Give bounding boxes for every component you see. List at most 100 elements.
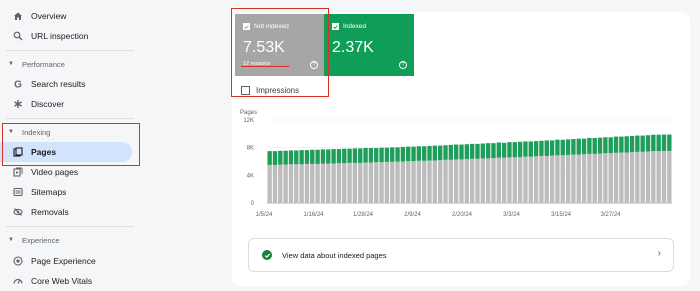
bar-not-indexed [576,154,581,203]
bar-indexed [507,142,512,158]
bar-not-indexed [288,164,294,203]
indexed-metric-card[interactable]: Indexed 2.37K ? [324,14,414,76]
bar-indexed [656,134,661,152]
bar-not-indexed [528,156,533,203]
bar-indexed [640,135,645,152]
bar-not-indexed [475,158,480,203]
impressions-label: Impressions [256,86,300,95]
bar-not-indexed [523,156,528,203]
bar-not-indexed [453,159,459,203]
bar-not-indexed [469,158,475,203]
bar-indexed [326,149,331,164]
help-icon[interactable]: ? [399,61,407,69]
bar-indexed [613,136,619,153]
bar-not-indexed [347,162,352,203]
page-experience-icon [12,255,24,267]
bar-indexed [624,136,629,153]
bar-indexed [597,137,603,154]
bar-indexed [395,147,400,162]
speed-gauge-icon [12,275,24,287]
bar-indexed [368,148,374,163]
section-label: Experience [22,235,60,245]
bar-indexed [342,148,347,164]
bar-indexed [491,143,496,159]
asterisk-icon [12,98,24,110]
bar-not-indexed [358,162,363,203]
bar-not-indexed [549,155,555,203]
svg-text:G: G [14,80,22,90]
bar-not-indexed [539,155,544,203]
bar-indexed [363,148,368,163]
bar-not-indexed [592,153,597,203]
y-tick-label: 4K [247,173,254,179]
bar-indexed [352,148,358,163]
bar-indexed [358,148,363,163]
divider [6,226,134,227]
bar-not-indexed [661,150,667,203]
bar-indexed [549,140,555,156]
checkbox-unchecked-icon[interactable] [241,86,250,95]
bar-indexed [528,141,533,157]
section-experience[interactable]: ▼ Experience [0,233,132,247]
bar-indexed [576,138,581,155]
checkbox-checked-icon[interactable] [332,23,339,30]
bar-indexed [635,135,640,152]
section-performance[interactable]: ▼ Performance [0,57,132,71]
bar-not-indexed [443,159,448,203]
video-pages-icon [12,166,24,178]
bar-not-indexed [422,160,427,203]
chevron-right-icon: › [657,248,661,259]
sidebar-item-sitemaps[interactable]: Sitemaps [0,182,132,202]
caret-down-icon: ▼ [8,61,14,67]
impressions-toggle[interactable]: Impressions [241,86,299,95]
bar-not-indexed [645,151,651,203]
sidebar-item-search-results[interactable]: G Search results [0,74,132,94]
bar-indexed [310,149,315,164]
sidebar-item-label: Sitemaps [31,187,67,197]
sidebar-item-removals[interactable]: Removals [0,202,132,222]
bar-not-indexed [496,157,501,203]
bar-indexed [331,149,336,164]
bar-not-indexed [267,164,272,203]
highlight-box [2,123,140,166]
bar-indexed [523,141,528,157]
sidebar-item-core-web-vitals[interactable]: Core Web Vitals [0,271,132,291]
bar-indexed [411,146,416,162]
sidebar-item-discover[interactable]: Discover [0,94,132,114]
bar-indexed [496,142,501,158]
bar-indexed [320,149,326,164]
bar-not-indexed [368,162,374,203]
bar-indexed [427,145,432,161]
bar-indexed [406,146,411,162]
pages-chart-svg: Pages 0 4K 8K 12K 1/5/24 1/16/24 1/28/24 2/9/24 2… [240,110,672,218]
bar-not-indexed [299,164,304,203]
bar-indexed [453,144,459,160]
bar-indexed [384,147,390,162]
sidebar-item-overview[interactable]: Overview [0,6,132,26]
bar-not-indexed [400,161,406,203]
bar-indexed [501,142,507,158]
bar-not-indexed [278,164,283,203]
bar-not-indexed [448,159,454,203]
divider [6,50,134,51]
bar-not-indexed [480,158,486,203]
bar-not-indexed [294,164,299,203]
bar-indexed [560,139,565,156]
bar-indexed [379,147,384,163]
bar-not-indexed [555,155,560,203]
view-indexed-pages-row[interactable]: View data about indexed pages › [248,238,674,272]
bar-not-indexed [560,155,565,203]
bar-indexed [400,146,406,162]
x-tick-label: 1/5/24 [256,212,273,218]
bar-indexed [661,134,667,151]
bar-indexed [438,145,443,161]
bar-not-indexed [533,156,539,203]
bar-not-indexed [304,163,310,203]
sidebar-item-url-inspection[interactable]: URL inspection [0,26,132,46]
bar-not-indexed [613,152,619,203]
sidebar-item-page-experience[interactable]: Page Experience [0,251,132,271]
bar-not-indexed [310,163,315,203]
bar-not-indexed [656,151,661,203]
bar-not-indexed [438,160,443,203]
bar-not-indexed [485,158,491,203]
